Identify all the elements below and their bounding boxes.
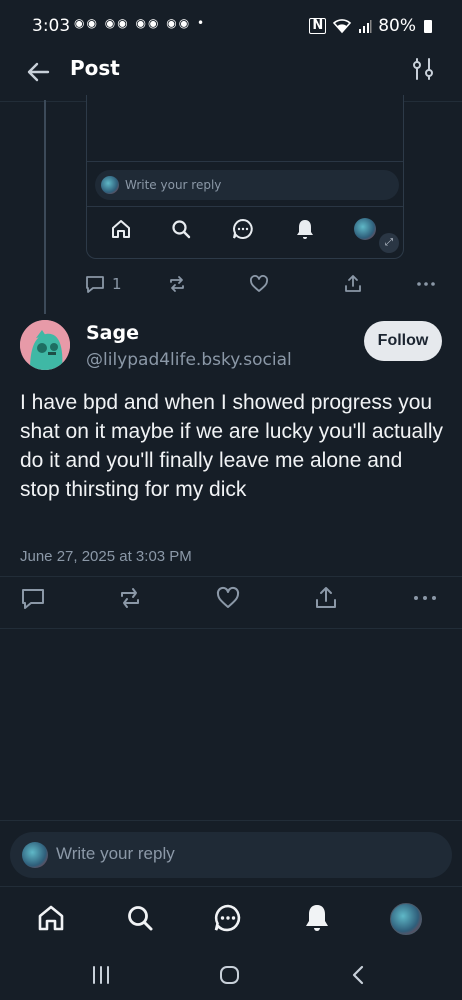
post-divider [0,576,462,577]
embed-nav-bar [87,215,403,245]
search-icon[interactable] [124,902,156,934]
back-arrow-icon[interactable] [22,56,54,88]
status-time: 3:03 [32,16,71,36]
author-avatar-image [20,320,70,370]
system-nav-bar [0,950,462,1000]
repost-icon[interactable] [117,585,143,611]
embed-profile-avatar [354,218,376,240]
recent-apps-icon[interactable] [88,962,114,988]
more-icon[interactable] [410,585,440,611]
share-icon [345,275,361,292]
parent-reply-button[interactable]: 1 [84,272,122,296]
parent-repost-button[interactable] [166,272,188,296]
post-bottom-divider [0,628,462,629]
more-icon [417,282,435,286]
wifi-icon [333,19,352,34]
embedded-screenshot-image[interactable]: Write your reply ⤢ [86,95,404,259]
parent-more-button[interactable] [414,272,438,296]
status-right: N 80% [309,16,432,36]
parent-like-button[interactable] [248,272,270,296]
embed-reply-bar: Write your reply [95,170,399,200]
heart-icon[interactable] [215,585,241,611]
embed-divider [87,206,403,207]
nfc-icon: N [309,18,327,34]
back-button-icon[interactable] [346,962,372,988]
embed-reply-placeholder: Write your reply [125,178,222,192]
expand-icon[interactable]: ⤢ [379,233,399,253]
post-body-text: I have bpd and when I showed progress yo… [20,391,444,501]
composer-divider [0,820,462,821]
status-bar: 3:03 ◉◉ ◉◉ ◉◉ ◉◉ • N 80% [0,0,462,50]
reply-icon[interactable] [20,585,46,611]
home-button-icon[interactable] [217,962,243,988]
embed-reply-avatar [101,176,119,194]
parent-reply-count: 1 [112,275,122,293]
bottom-nav [0,896,462,944]
home-icon[interactable] [35,902,67,934]
composer-avatar [22,842,48,868]
thread-settings-icon[interactable] [410,56,436,82]
author-handle[interactable]: @lilypad4life.bsky.social [86,350,292,370]
embed-chat-icon [233,218,253,239]
thread-connector-line [44,100,46,314]
author-avatar[interactable] [20,320,70,370]
post-actions [20,585,440,613]
parent-share-button[interactable] [342,272,364,296]
page-title: Post [70,56,120,80]
share-icon[interactable] [313,585,339,611]
notifications-bell-icon[interactable] [301,902,333,934]
reply-icon [86,276,104,293]
reply-composer[interactable]: Write your reply [10,832,452,878]
post-timestamp: June 27, 2025 at 3:03 PM [20,548,192,565]
embed-search-icon [172,220,191,239]
embed-divider [87,161,403,162]
battery-percent: 80% [378,16,416,36]
profile-avatar-icon[interactable] [390,903,422,935]
embed-bell-icon [297,220,313,239]
battery-icon [424,19,432,33]
author-display-name[interactable]: Sage [86,322,139,344]
signal-icon [359,20,372,33]
chat-icon[interactable] [212,902,244,934]
follow-button[interactable]: Follow [364,321,442,361]
reply-placeholder: Write your reply [56,844,175,863]
repost-icon [170,276,184,292]
parent-post-actions: 1 [84,272,444,298]
bottom-nav-divider [0,886,462,887]
embed-home-icon [112,220,130,238]
heart-icon [250,275,268,292]
notification-icons: ◉◉ ◉◉ ◉◉ ◉◉ • [74,16,207,30]
